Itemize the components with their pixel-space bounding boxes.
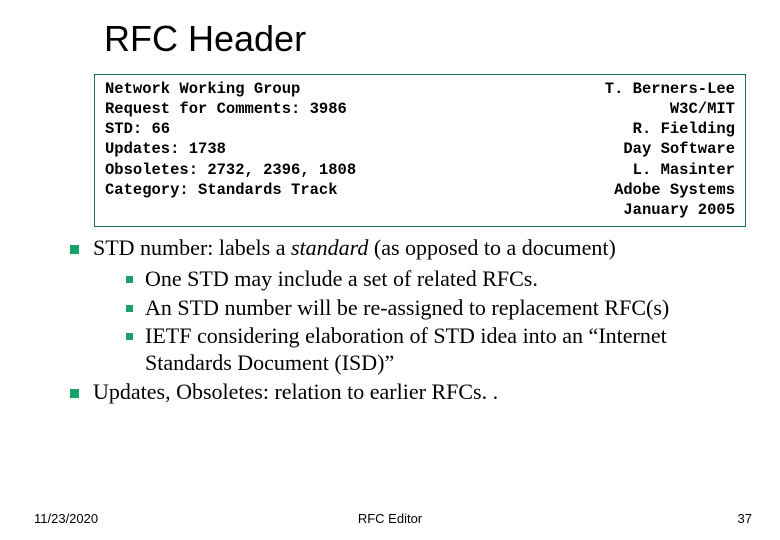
rfc-header-box: Network Working Group Request for Commen…: [94, 74, 746, 227]
bullet-text: STD number: labels a standard (as oppose…: [93, 235, 616, 262]
bullet-level-1: Updates, Obsoletes: relation to earlier …: [70, 379, 752, 406]
footer-date: 11/23/2020: [34, 511, 98, 526]
footer-center: RFC Editor: [358, 511, 422, 526]
bullet-text: IETF considering elaboration of STD idea…: [145, 323, 752, 377]
bullet-icon: [126, 333, 133, 340]
footer-page-number: 37: [738, 511, 752, 526]
bullet-icon: [70, 245, 79, 254]
rfc-header-left: Network Working Group Request for Commen…: [105, 79, 356, 220]
bullet-level-2: One STD may include a set of related RFC…: [126, 266, 752, 293]
bullet-level-2: IETF considering elaboration of STD idea…: [126, 323, 752, 377]
bullet-icon: [70, 389, 79, 398]
bullet-list: STD number: labels a standard (as oppose…: [28, 235, 752, 406]
slide-title: RFC Header: [104, 18, 752, 60]
bullet-text: Updates, Obsoletes: relation to earlier …: [93, 379, 498, 406]
slide-footer: 11/23/2020 RFC Editor 37: [0, 511, 780, 526]
bullet-level-2: An STD number will be re-assigned to rep…: [126, 295, 752, 322]
bullet-icon: [126, 305, 133, 312]
bullet-icon: [126, 276, 133, 283]
bullet-text: An STD number will be re-assigned to rep…: [145, 295, 669, 322]
bullet-text: One STD may include a set of related RFC…: [145, 266, 538, 293]
rfc-header-right: T. Berners-Lee W3C/MIT R. Fielding Day S…: [605, 79, 735, 220]
bullet-level-1: STD number: labels a standard (as oppose…: [70, 235, 752, 262]
